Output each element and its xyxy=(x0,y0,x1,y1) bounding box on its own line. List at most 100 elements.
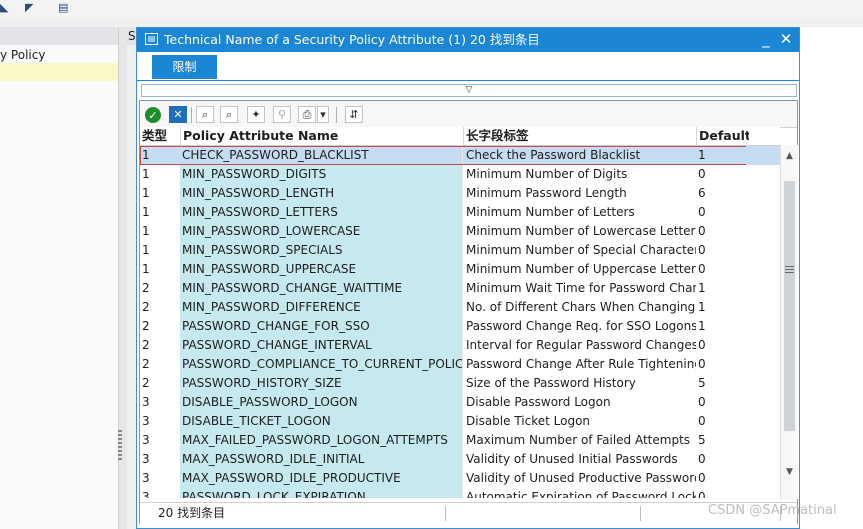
cell-attribute-name[interactable]: PASSWORD_LOCK_EXPIRATION xyxy=(180,488,463,498)
cell-default[interactable]: 0 xyxy=(696,355,746,374)
cell-attribute-name[interactable]: MIN_PASSWORD_UPPERCASE xyxy=(180,260,463,279)
dropdown-icon[interactable]: ▾ xyxy=(317,106,329,123)
toolbar-icon-2[interactable]: ◤ xyxy=(25,1,39,15)
cell-type[interactable]: 2 xyxy=(140,355,180,374)
cell-attribute-name[interactable]: MAX_FAILED_PASSWORD_LOGON_ATTEMPTS xyxy=(180,431,463,450)
scrollbar-track[interactable] xyxy=(784,181,795,431)
table-row[interactable]: 1 CHECK_PASSWORD_BLACKLIST Check the Passw… xyxy=(140,146,780,165)
cell-default[interactable]: 5 xyxy=(696,374,746,393)
cell-description[interactable]: Disable Ticket Logon xyxy=(463,412,696,431)
sort-icon[interactable]: ⇵ xyxy=(345,106,363,123)
cell-type[interactable]: 3 xyxy=(140,431,180,450)
table-row[interactable]: 2 MIN_PASSWORD_CHANGE_WAITTIME Minimum Wai… xyxy=(140,279,780,298)
cell-type[interactable]: 1 xyxy=(140,146,180,165)
cell-description[interactable]: Minimum Wait Time for Password Change xyxy=(463,279,696,298)
cell-default[interactable]: 1 xyxy=(696,146,746,165)
cell-description[interactable]: Password Change Req. for SSO Logons xyxy=(463,317,696,336)
new-entry-icon[interactable]: ✦ xyxy=(247,106,265,123)
table-row[interactable]: 3 MAX_FAILED_PASSWORD_LOGON_ATTEMPTS Maxim… xyxy=(140,431,780,450)
side-panel-item-policy[interactable]: y Policy xyxy=(0,46,118,64)
column-header-description[interactable]: 长字段标签 xyxy=(466,127,697,145)
splitter-grip[interactable] xyxy=(118,430,122,460)
cell-default[interactable]: 1 xyxy=(696,298,746,317)
cancel-icon[interactable]: ✕ xyxy=(169,106,187,123)
table-row[interactable]: 3 MAX_PASSWORD_IDLE_PRODUCTIVE Validity of… xyxy=(140,469,780,488)
cell-default[interactable]: 0 xyxy=(696,450,746,469)
cell-attribute-name[interactable]: DISABLE_TICKET_LOGON xyxy=(180,412,463,431)
binoculars-next-icon[interactable]: ⌕ xyxy=(220,106,238,123)
table-row[interactable]: 2 MIN_PASSWORD_DIFFERENCE No. of Different… xyxy=(140,298,780,317)
cell-type[interactable]: 1 xyxy=(140,241,180,260)
cell-description[interactable]: Check the Password Blacklist xyxy=(463,146,696,165)
cell-default[interactable]: 0 xyxy=(696,336,746,355)
print-icon[interactable]: ⎙ xyxy=(298,106,316,123)
cell-description[interactable]: Validity of Unused Initial Passwords xyxy=(463,450,696,469)
cell-description[interactable]: Size of the Password History xyxy=(463,374,696,393)
cell-default[interactable]: 1 xyxy=(696,317,746,336)
cell-description[interactable]: Minimum Number of Letters xyxy=(463,203,696,222)
cell-type[interactable]: 2 xyxy=(140,298,180,317)
cell-type[interactable]: 1 xyxy=(140,203,180,222)
cell-type[interactable]: 3 xyxy=(140,469,180,488)
table-row[interactable]: 3 PASSWORD_LOCK_EXPIRATION Automatic Expir… xyxy=(140,488,780,498)
table-row[interactable]: 1 MIN_PASSWORD_DIGITS Minimum Number of Di… xyxy=(140,165,780,184)
minimize-button[interactable]: _ xyxy=(757,30,775,48)
cell-type[interactable]: 1 xyxy=(140,165,180,184)
tab-restrictions[interactable]: 限制 xyxy=(152,55,217,79)
check-icon[interactable]: ✓ xyxy=(145,107,161,123)
cell-type[interactable]: 2 xyxy=(140,374,180,393)
cell-default[interactable]: 0 xyxy=(696,222,746,241)
cell-default[interactable]: 5 xyxy=(696,431,746,450)
cell-type[interactable]: 1 xyxy=(140,184,180,203)
cell-attribute-name[interactable]: MIN_PASSWORD_SPECIALS xyxy=(180,241,463,260)
cell-type[interactable]: 1 xyxy=(140,260,180,279)
table-row[interactable]: 1 MIN_PASSWORD_SPECIALS Minimum Number of … xyxy=(140,241,780,260)
table-row[interactable]: 2 PASSWORD_CHANGE_INTERVAL Interval for Re… xyxy=(140,336,780,355)
binoculars-icon[interactable]: ⌕ xyxy=(196,106,214,123)
table-row[interactable]: 2 PASSWORD_CHANGE_FOR_SSO Password Change … xyxy=(140,317,780,336)
cell-attribute-name[interactable]: MAX_PASSWORD_IDLE_INITIAL xyxy=(180,450,463,469)
cell-default[interactable]: 0 xyxy=(696,260,746,279)
cell-default[interactable]: 0 xyxy=(696,203,746,222)
collapse-restrictions-toggle[interactable]: ▽ xyxy=(141,84,797,97)
column-header-default[interactable]: Default xyxy=(699,127,749,145)
vertical-scrollbar[interactable]: ▲ ▼ xyxy=(780,145,798,499)
cell-type[interactable]: 3 xyxy=(140,412,180,431)
scroll-up-icon[interactable]: ▲ xyxy=(781,149,798,163)
cell-description[interactable]: Password Change After Rule Tightening xyxy=(463,355,696,374)
cell-type[interactable]: 2 xyxy=(140,317,180,336)
scrollbar-grip[interactable] xyxy=(785,266,794,274)
cell-attribute-name[interactable]: MIN_PASSWORD_CHANGE_WAITTIME xyxy=(180,279,463,298)
table-row[interactable]: 1 MIN_PASSWORD_LETTERS Minimum Number of L… xyxy=(140,203,780,222)
cell-default[interactable]: 0 xyxy=(696,469,746,488)
cell-default[interactable]: 0 xyxy=(696,488,746,498)
cell-type[interactable]: 1 xyxy=(140,222,180,241)
column-header-name[interactable]: Policy Attribute Name xyxy=(183,127,464,145)
table-row[interactable]: 3 DISABLE_PASSWORD_LOGON Disable Password … xyxy=(140,393,780,412)
table-row[interactable]: 2 PASSWORD_COMPLIANCE_TO_CURRENT_POLICY Pa… xyxy=(140,355,780,374)
cell-attribute-name[interactable]: MIN_PASSWORD_LOWERCASE xyxy=(180,222,463,241)
cell-description[interactable]: Minimum Password Length xyxy=(463,184,696,203)
cell-description[interactable]: Automatic Expiration of Password Lock xyxy=(463,488,696,498)
scroll-down-icon[interactable]: ▼ xyxy=(781,465,798,479)
dialog-title-bar[interactable]: ▤ Technical Name of a Security Policy At… xyxy=(137,28,799,52)
cell-type[interactable]: 3 xyxy=(140,450,180,469)
table-row[interactable]: 1 MIN_PASSWORD_LENGTH Minimum Password Len… xyxy=(140,184,780,203)
cell-type[interactable]: 2 xyxy=(140,279,180,298)
toolbar-icon-3[interactable]: ▤ xyxy=(58,1,72,15)
cell-description[interactable]: Minimum Number of Lowercase Letters xyxy=(463,222,696,241)
close-button[interactable]: ✕ xyxy=(777,30,795,48)
cell-description[interactable]: Validity of Unused Productive Passwords xyxy=(463,469,696,488)
cell-attribute-name[interactable]: CHECK_PASSWORD_BLACKLIST xyxy=(180,146,463,165)
cell-attribute-name[interactable]: DISABLE_PASSWORD_LOGON xyxy=(180,393,463,412)
cell-description[interactable]: No. of Different Chars When Changing xyxy=(463,298,696,317)
cell-description[interactable]: Minimum Number of Special Characters xyxy=(463,241,696,260)
cell-attribute-name[interactable]: MIN_PASSWORD_DIGITS xyxy=(180,165,463,184)
table-row[interactable]: 1 MIN_PASSWORD_UPPERCASE Minimum Number of… xyxy=(140,260,780,279)
cell-description[interactable]: Minimum Number of Uppercase Letters xyxy=(463,260,696,279)
cell-attribute-name[interactable]: PASSWORD_HISTORY_SIZE xyxy=(180,374,463,393)
table-row[interactable]: 2 PASSWORD_HISTORY_SIZE Size of the Passwo… xyxy=(140,374,780,393)
table-row[interactable]: 1 MIN_PASSWORD_LOWERCASE Minimum Number of… xyxy=(140,222,780,241)
cell-attribute-name[interactable]: MAX_PASSWORD_IDLE_PRODUCTIVE xyxy=(180,469,463,488)
cell-default[interactable]: 1 xyxy=(696,279,746,298)
